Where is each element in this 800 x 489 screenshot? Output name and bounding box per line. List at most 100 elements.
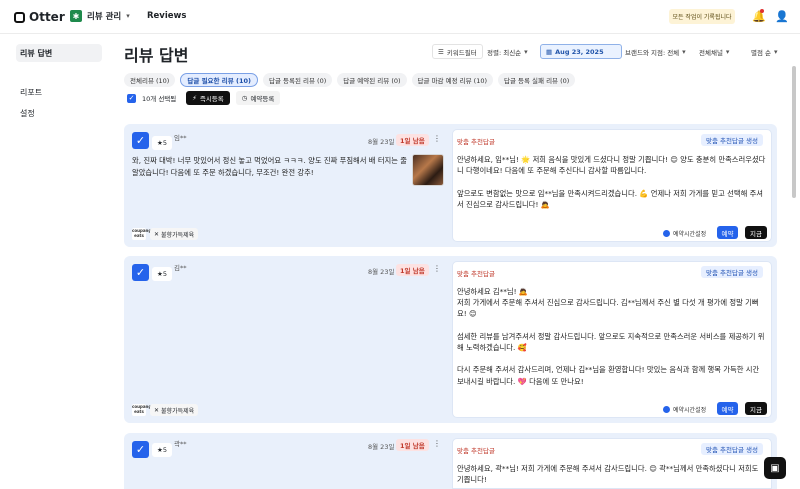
top-bar: Otter ✱ 리뷰 관리 ▾ Reviews 모든 작업이 기록됩니다 🔔 👤	[0, 0, 800, 34]
store-selector[interactable]: ✱ 리뷰 관리 ▾	[70, 10, 130, 22]
post-now-button[interactable]: 지금	[745, 402, 767, 415]
schedule-time-button[interactable]: 예약시간설정	[663, 405, 706, 414]
tab-needs-reply[interactable]: 답글 필요한 리뷰 (10)	[180, 73, 258, 87]
review-date: 8월 23일	[368, 268, 395, 276]
keyword-filter-label: 키워드필터	[446, 48, 477, 57]
rating-badge: ★5	[152, 136, 172, 150]
review-card: ✓ ★5 김** 8월 23일 1일 남음 ⋮ coupang eats ✕ 불향…	[124, 256, 777, 423]
brand-label: 브랜드와 지점: 전체	[625, 48, 680, 57]
tab-replied[interactable]: 답글 등록된 리뷰 (0)	[262, 73, 333, 87]
reply-textarea[interactable]: 안녕하세요, 곽**님! 저희 가게에 주문해 주셔서 감사드립니다. 😊 곽*…	[457, 463, 767, 485]
schedule-time-label: 예약시간설정	[673, 407, 707, 414]
select-all-checkbox[interactable]: ✓	[127, 93, 136, 103]
more-options-icon[interactable]: ⋮	[433, 439, 441, 448]
generate-reply-button[interactable]: 맞춤 추천답글 생성	[701, 266, 763, 278]
nav-reviews[interactable]: Reviews	[147, 11, 186, 21]
reply-panel: 맞춤 추천답글 맞춤 추천답글 생성 안녕하세요, 임**님! 🌟 저희 음식을…	[452, 129, 772, 242]
reply-panel: 맞춤 추천답글 맞춤 추천답글 생성 안녕하세요 김**님! 🙇 저희 가게에서…	[452, 261, 772, 418]
tab-all[interactable]: 전체리뷰 (10)	[124, 73, 176, 87]
keyword-filter-button[interactable]: ☰ 키워드필터	[432, 44, 483, 59]
clock-icon: ◷	[241, 94, 248, 102]
sidebar-item-label: 리뷰 답변	[20, 48, 53, 58]
chat-icon: ▣	[770, 462, 780, 474]
ai-reply-label: 맞춤 추천답글	[457, 270, 495, 278]
channel-label: 전체채널	[699, 48, 723, 57]
otter-logo[interactable]: Otter	[14, 10, 65, 24]
clock-icon	[663, 406, 670, 413]
date-picker[interactable]: ▦ Aug 23, 2025	[540, 44, 622, 59]
menu-name: 불향가득제육	[161, 407, 195, 415]
more-options-icon[interactable]: ⋮	[433, 264, 441, 273]
tab-failed[interactable]: 답글 등록 실패 리뷰 (0)	[498, 73, 576, 87]
schedule-time-button[interactable]: 예약시간설정	[663, 229, 706, 238]
tab-deadline-soon[interactable]: 답글 마감 예정 리뷰 (10)	[411, 73, 493, 87]
reserve-button[interactable]: 예약	[717, 226, 738, 239]
channel-select[interactable]: 전체채널 ▾	[694, 44, 734, 59]
instant-register-label: 즉시등록	[199, 95, 224, 103]
instant-register-button[interactable]: ⚡ 즉시등록	[186, 91, 230, 105]
chat-support-button[interactable]: ▣	[764, 457, 786, 479]
tab-scheduled[interactable]: 답글 예약된 리뷰 (0)	[337, 73, 407, 87]
review-checkbox[interactable]: ✓	[132, 132, 149, 149]
rating-badge: ★5	[152, 443, 172, 457]
reviewer-name: 곽**	[174, 440, 187, 448]
coupang-eats-logo: coupang eats	[132, 404, 152, 416]
sidebar-item-review-reply[interactable]: 리뷰 답변	[16, 44, 102, 62]
ai-reply-label: 맞춤 추천답글	[457, 447, 495, 455]
bolt-icon: ⚡	[192, 94, 197, 102]
audit-banner: 모든 작업이 기록됩니다	[669, 9, 735, 24]
reply-panel: 맞춤 추천답글 맞춤 추천답글 생성 안녕하세요, 곽**님! 저희 가게에 주…	[452, 438, 772, 489]
review-checkbox[interactable]: ✓	[132, 441, 149, 458]
more-options-icon[interactable]: ⋮	[433, 134, 441, 143]
review-tabs: 전체리뷰 (10) 답글 필요한 리뷰 (10) 답글 등록된 리뷰 (0) 답…	[124, 73, 576, 87]
menu-chip: ✕ 불향가득제육	[150, 228, 199, 240]
chevron-down-icon: ▾	[126, 12, 130, 20]
post-now-button[interactable]: 지금	[745, 226, 767, 239]
ai-reply-label: 맞춤 추천답글	[457, 138, 495, 146]
brand-select[interactable]: 브랜드와 지점: 전체 ▾	[620, 44, 691, 59]
app-name: Otter	[29, 10, 65, 24]
sort-select[interactable]: 정렬: 최신순 ▾	[482, 44, 533, 59]
review-card: ✓ ★5 임** 8월 23일 1일 남음 ⋮ 와, 진짜 대박! 너무 맛있어…	[124, 124, 777, 247]
utensils-icon: ✕	[154, 406, 160, 414]
date-label: Aug 23, 2025	[555, 47, 604, 56]
scrollbar[interactable]	[792, 66, 796, 198]
page-title: 리뷰 답변	[124, 46, 189, 65]
sidebar-item-label: 설정	[20, 108, 35, 118]
notification-dot	[760, 9, 764, 13]
generate-reply-button[interactable]: 맞춤 추천답글 생성	[701, 134, 763, 146]
schedule-time-label: 예약시간설정	[673, 231, 707, 238]
sidebar: 리뷰 답변 리포트 설정	[0, 35, 110, 489]
review-date: 8월 23일	[368, 138, 395, 146]
schedule-register-label: 예약등록	[250, 95, 275, 103]
reserve-button[interactable]: 예약	[717, 402, 738, 415]
menu-name: 불향가득제육	[161, 231, 195, 239]
review-text: 와, 진짜 대박! 너무 맛있어서 정신 놓고 먹었어요 ㅋㅋㅋ. 양도 진짜 …	[132, 156, 407, 177]
filter-icon: ☰	[438, 47, 444, 56]
user-icon[interactable]: 👤	[775, 10, 789, 23]
review-checkbox[interactable]: ✓	[132, 264, 149, 281]
schedule-register-button[interactable]: ◷ 예약등록	[235, 91, 281, 105]
reply-textarea[interactable]: 안녕하세요 김**님! 🙇 저희 가게에서 주문해 주셔서 진심으로 감사드립니…	[457, 286, 767, 387]
rating-sort-select[interactable]: 별점 순 ▾	[746, 44, 783, 59]
utensils-icon: ✕	[154, 230, 160, 238]
sort-label: 정렬: 최신순	[487, 48, 522, 57]
generate-reply-button[interactable]: 맞춤 추천답글 생성	[701, 443, 763, 455]
deadline-badge: 1일 남음	[396, 134, 429, 146]
coupang-eats-logo: coupang eats	[132, 228, 152, 240]
selected-count: 10개 선택됨	[142, 95, 177, 103]
clock-icon	[663, 230, 670, 237]
chevron-down-icon: ▾	[682, 47, 686, 56]
chevron-down-icon: ▾	[774, 47, 778, 56]
sidebar-item-report[interactable]: 리포트	[16, 83, 102, 101]
sidebar-item-settings[interactable]: 설정	[16, 104, 102, 122]
review-card: ✓ ★5 곽** 8월 23일 1일 남음 ⋮ 맞춤 추천답글 맞춤 추천답글 …	[124, 433, 777, 489]
reviewer-name: 김**	[174, 264, 187, 272]
food-photo[interactable]	[412, 154, 444, 186]
bulk-action-row: ✓ 10개 선택됨 ⚡ 즉시등록 ◷ 예약등록	[127, 91, 281, 105]
reply-textarea[interactable]: 안녕하세요, 임**님! 🌟 저희 음식을 맛있게 드셨다니 정말 기쁩니다! …	[457, 154, 767, 210]
reviewer-name: 임**	[174, 134, 187, 142]
sidebar-item-label: 리포트	[20, 87, 43, 97]
deadline-badge: 1일 남음	[396, 264, 429, 276]
deadline-badge: 1일 남음	[396, 439, 429, 451]
